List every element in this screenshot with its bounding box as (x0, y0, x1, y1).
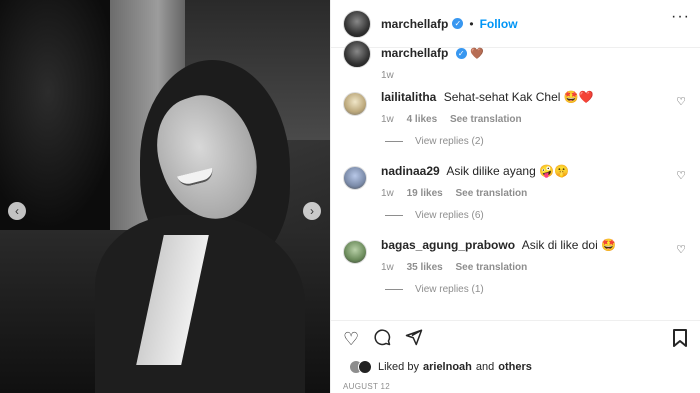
comment-text: Sehat-sehat Kak Chel 🤩❤️ (443, 90, 594, 104)
chevron-right-icon[interactable]: › (303, 202, 321, 220)
follow-button[interactable]: Follow (480, 17, 518, 31)
commenter-username[interactable]: lailitalitha (381, 90, 436, 104)
post-side-panel: marchellafp ✓ • Follow ··· marchellafp ✓… (330, 0, 700, 393)
verified-badge-icon: ✓ (452, 18, 464, 29)
liked-by-prefix: Liked by (378, 361, 419, 373)
verified-badge-icon: ✓ (455, 48, 467, 60)
commenter-avatar[interactable] (343, 166, 367, 190)
comment-text: Asik dilike ayang 🤪🤫 (446, 164, 569, 178)
liked-by-and: and (475, 361, 495, 373)
caption-timestamp[interactable]: 1w (381, 70, 484, 81)
comment-like-heart-icon[interactable]: ♡ (676, 243, 686, 256)
caption-author-avatar[interactable] (343, 40, 371, 68)
see-translation-link[interactable]: See translation (456, 188, 528, 199)
post-date[interactable]: AUGUST 12 (343, 382, 390, 391)
caption-username[interactable]: marchellafp (381, 46, 448, 60)
comment-text: Asik di like doi 🤩 (521, 238, 617, 252)
comment-item: bagas_agung_prabowo Asik di like doi 🤩 1… (343, 238, 693, 273)
post-photo: ‹ › (0, 0, 330, 393)
author-avatar[interactable] (343, 9, 371, 38)
comment-timestamp[interactable]: 1w (381, 262, 394, 273)
view-replies-label: View replies (2) (415, 136, 484, 147)
photo-plant-shape (0, 0, 120, 230)
commenter-avatar[interactable] (343, 240, 367, 264)
heart-icon[interactable]: ♡ (343, 330, 359, 348)
commenter-avatar[interactable] (343, 92, 367, 116)
comment-like-heart-icon[interactable]: ♡ (676, 169, 686, 182)
caption-text: 🤎 (470, 48, 484, 60)
liker-avatar[interactable] (358, 360, 372, 374)
comment-timestamp[interactable]: 1w (381, 188, 394, 199)
comment-timestamp[interactable]: 1w (381, 114, 394, 125)
replies-divider (385, 289, 403, 290)
replies-divider (385, 215, 403, 216)
author-username[interactable]: marchellafp (381, 17, 448, 31)
more-icon[interactable]: ··· (671, 8, 690, 26)
comment-icon[interactable] (373, 328, 391, 349)
bookmark-icon[interactable] (673, 329, 687, 352)
view-replies-label: View replies (6) (415, 210, 484, 221)
comment-likes[interactable]: 19 likes (407, 188, 443, 199)
comment-likes[interactable]: 35 likes (407, 262, 443, 273)
see-translation-link[interactable]: See translation (456, 262, 528, 273)
post-action-bar: ♡ (331, 320, 700, 356)
comment-item: nadinaa29 Asik dilike ayang 🤪🤫 1w 19 lik… (343, 164, 693, 199)
liked-by-others[interactable]: others (498, 361, 532, 373)
post-caption: marchellafp ✓ 🤎 1w (343, 40, 484, 81)
separator-dot: • (469, 16, 474, 31)
liked-by-row: Liked by arielnoah and others (343, 360, 532, 374)
chevron-left-icon[interactable]: ‹ (8, 202, 26, 220)
comment-item: lailitalitha Sehat-sehat Kak Chel 🤩❤️ 1w… (343, 90, 693, 125)
comment-likes[interactable]: 4 likes (407, 114, 438, 125)
share-icon[interactable] (405, 328, 423, 349)
commenter-username[interactable]: bagas_agung_prabowo (381, 238, 515, 252)
view-replies-button[interactable]: View replies (1) (385, 284, 484, 295)
view-replies-button[interactable]: View replies (2) (385, 136, 484, 147)
replies-divider (385, 141, 403, 142)
view-replies-button[interactable]: View replies (6) (385, 210, 484, 221)
comment-like-heart-icon[interactable]: ♡ (676, 95, 686, 108)
commenter-username[interactable]: nadinaa29 (381, 164, 440, 178)
liked-by-user[interactable]: arielnoah (423, 361, 472, 373)
view-replies-label: View replies (1) (415, 284, 484, 295)
see-translation-link[interactable]: See translation (450, 114, 522, 125)
